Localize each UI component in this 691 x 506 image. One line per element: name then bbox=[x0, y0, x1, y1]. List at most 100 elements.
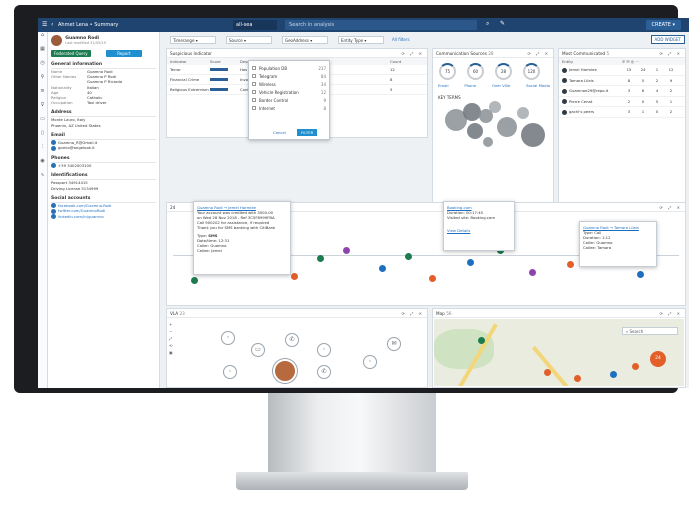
add-widget-button[interactable]: ADD WIDGET bbox=[650, 35, 685, 44]
map-canvas[interactable]: ⌕ Search 24 bbox=[434, 319, 684, 386]
location-icon[interactable]: ◉ bbox=[38, 158, 47, 172]
timeline-event[interactable] bbox=[291, 273, 298, 280]
entity-type-select[interactable]: Entity Type ▾ bbox=[338, 36, 384, 44]
term-bubble[interactable] bbox=[517, 107, 529, 119]
map-cluster[interactable]: 24 bbox=[650, 351, 666, 367]
term-bubble[interactable] bbox=[467, 123, 483, 139]
all-filters-link[interactable]: All filters bbox=[392, 37, 410, 42]
clock-icon[interactable]: ◷ bbox=[38, 60, 47, 74]
map-marker[interactable] bbox=[478, 337, 485, 344]
panel-controls[interactable]: ⟳ ⤢ ✕ bbox=[660, 51, 682, 56]
document-node[interactable]: ▭ bbox=[251, 343, 265, 357]
column-header[interactable]: Count bbox=[390, 59, 401, 64]
map-marker[interactable] bbox=[610, 371, 617, 378]
filter-icon[interactable]: ⊽ bbox=[38, 102, 47, 116]
column-header[interactable]: Score bbox=[210, 59, 240, 64]
map-marker[interactable] bbox=[544, 369, 551, 376]
panel-controls[interactable]: ⟳ ⤢ ✕ bbox=[528, 51, 550, 56]
timeline-event[interactable] bbox=[467, 259, 474, 266]
social-link[interactable]: linkedin.com/in/guamno bbox=[58, 214, 104, 219]
gauge-label[interactable]: Phone bbox=[464, 83, 476, 88]
phone-value[interactable]: +39 3402003100 bbox=[58, 163, 91, 168]
term-bubble[interactable] bbox=[483, 137, 493, 147]
gauge-label[interactable]: Email bbox=[438, 83, 449, 88]
term-bubble[interactable] bbox=[497, 117, 517, 137]
menu-icon[interactable]: ☰ bbox=[42, 21, 47, 28]
filter-button[interactable]: FILTER bbox=[297, 129, 318, 136]
back-icon[interactable]: ‹ bbox=[51, 21, 53, 28]
term-bubble[interactable] bbox=[463, 103, 481, 121]
trend-icon[interactable]: ∿ bbox=[38, 172, 47, 186]
timeline-event[interactable] bbox=[637, 271, 644, 278]
table-row[interactable]: Jemel Harmlee 15 24 1 12 bbox=[559, 65, 685, 76]
panel-controls[interactable]: ⟳ ⤢ ✕ bbox=[660, 205, 682, 210]
panel-controls[interactable]: ⟳ ⤢ ✕ bbox=[402, 311, 424, 316]
column-header[interactable]: Entity bbox=[562, 59, 622, 64]
source-option[interactable]: Telegram 84 bbox=[252, 72, 326, 80]
suspect-avatar[interactable] bbox=[273, 359, 297, 383]
source-option[interactable]: Vehicle Registration 12 bbox=[252, 88, 326, 96]
checkbox[interactable] bbox=[252, 90, 256, 94]
email-node[interactable]: ✉ bbox=[387, 337, 401, 351]
view-details-link[interactable]: View Details bbox=[447, 228, 511, 233]
social-link[interactable]: facebook.com/Guamno.Rodi bbox=[58, 203, 111, 208]
column-header[interactable]: Indicator bbox=[170, 59, 210, 64]
grid-icon[interactable]: ▦ bbox=[38, 46, 47, 60]
phone-node[interactable]: ✆ bbox=[317, 365, 331, 379]
term-bubble[interactable] bbox=[521, 123, 545, 147]
timerange-select[interactable]: Timerange ▾ bbox=[170, 36, 216, 44]
source-option[interactable]: Internet 8 bbox=[252, 104, 326, 112]
checkbox[interactable] bbox=[252, 82, 256, 86]
table-row[interactable]: Pierre Cenat 2 0 5 1 bbox=[559, 97, 685, 107]
social-link[interactable]: twitter.com/GuamnoRodi bbox=[58, 208, 105, 213]
tools-icon[interactable]: ✎ bbox=[500, 20, 505, 27]
person-node[interactable]: ◦ bbox=[221, 331, 235, 345]
timeline-event[interactable] bbox=[343, 247, 350, 254]
pin-icon[interactable]: ⚲ bbox=[38, 74, 47, 88]
search-icon[interactable]: ⌕ bbox=[486, 20, 489, 28]
person-node[interactable]: ◦ bbox=[317, 343, 331, 357]
table-row[interactable]: Guamnoe29@repo.it 3 6 4 2 bbox=[559, 86, 685, 97]
scope-select[interactable]: all-sea bbox=[233, 20, 277, 30]
timeline-event[interactable] bbox=[529, 269, 536, 276]
folder-icon[interactable]: ▭ bbox=[38, 116, 47, 130]
list-icon[interactable]: ≡ bbox=[38, 88, 47, 102]
checkbox[interactable] bbox=[252, 74, 256, 78]
chart-icon[interactable]: ⫶ bbox=[38, 144, 47, 158]
source-option[interactable]: Border Control 9 bbox=[252, 96, 326, 104]
gauge-label[interactable]: Social Media bbox=[526, 83, 550, 88]
checkbox[interactable] bbox=[252, 66, 256, 70]
home-icon[interactable]: ⌂ bbox=[38, 32, 47, 46]
timeline-event[interactable] bbox=[191, 277, 198, 284]
checkbox[interactable] bbox=[252, 106, 256, 110]
map-marker[interactable] bbox=[574, 375, 581, 382]
map-marker[interactable] bbox=[632, 363, 639, 370]
timeline-event[interactable] bbox=[429, 275, 436, 282]
timeline-event[interactable] bbox=[405, 253, 412, 260]
table-row[interactable]: Tamara Lileis 8 5 2 9 bbox=[559, 76, 685, 86]
email-value[interactable]: Guamno_R@Gmail.it bbox=[58, 140, 97, 145]
source-option[interactable]: Wireless 34 bbox=[252, 80, 326, 88]
timeline-event[interactable] bbox=[379, 265, 386, 272]
timeline-event[interactable] bbox=[317, 255, 324, 262]
person-node[interactable]: ◦ bbox=[363, 355, 377, 369]
geoaddress-select[interactable]: GeoAddress ▾ bbox=[282, 36, 328, 44]
checkbox[interactable] bbox=[252, 98, 256, 102]
doc-icon[interactable]: ▯ bbox=[38, 130, 47, 144]
vla-toolbar[interactable]: + − ⤢ ⟲ ▣ bbox=[169, 321, 175, 356]
map-search-input[interactable]: ⌕ Search bbox=[622, 327, 678, 335]
person-node[interactable]: ◦ bbox=[223, 365, 237, 379]
source-select[interactable]: Source ▾ bbox=[226, 36, 272, 44]
timeline-event[interactable] bbox=[567, 261, 574, 268]
panel-controls[interactable]: ⟳ ⤢ ✕ bbox=[660, 311, 682, 316]
gauge-label[interactable]: Over Ville bbox=[492, 83, 510, 88]
phone-node[interactable]: ✆ bbox=[285, 333, 299, 347]
table-row[interactable]: gachi's peers 3 1 0 2 bbox=[559, 107, 685, 118]
term-bubble[interactable] bbox=[489, 101, 501, 113]
create-button[interactable]: CREATE ▾ bbox=[645, 20, 681, 30]
search-input[interactable]: Search in analysis bbox=[285, 20, 477, 30]
panel-controls[interactable]: ⟳ ⤢ ✕ bbox=[402, 51, 424, 56]
email-value[interactable]: gomio@angelook.it bbox=[58, 145, 95, 150]
cancel-button[interactable]: Cancel bbox=[269, 129, 290, 136]
source-option[interactable]: Population DB 217 bbox=[252, 64, 326, 72]
